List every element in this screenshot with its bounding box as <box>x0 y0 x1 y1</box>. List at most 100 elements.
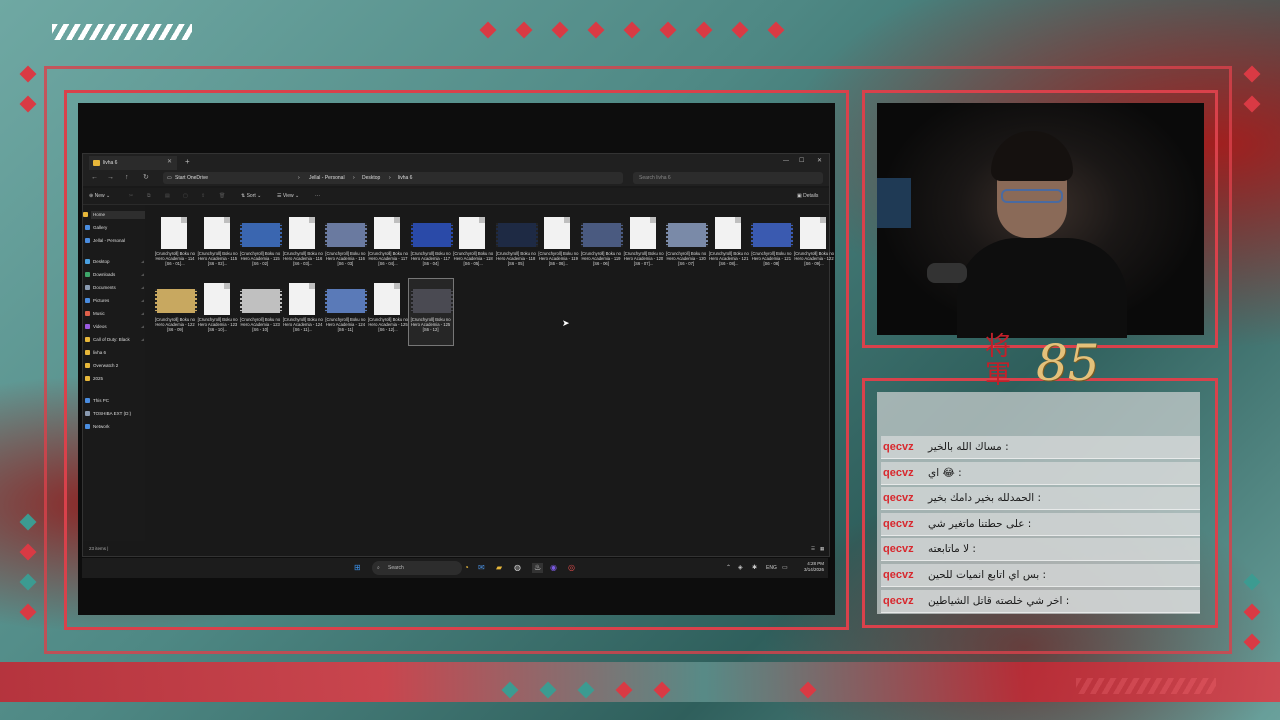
file-item[interactable]: [Crunchyroll] Boku no Hero Academia - 11… <box>409 213 453 279</box>
sidebar-item[interactable]: Desktop ⊿ <box>85 258 144 266</box>
video-thumbnail <box>240 289 283 313</box>
file-name: [Crunchyroll] Boku no Hero Academia - 12… <box>282 317 323 332</box>
file-item[interactable]: [Crunchyroll] Boku no Hero Academia - 12… <box>281 279 325 345</box>
pin-icon[interactable]: ⊿ <box>141 258 144 266</box>
pin-icon[interactable]: ⊿ <box>141 323 144 331</box>
file-item[interactable]: [Crunchyroll] Boku no Hero Academia - 11… <box>281 213 325 279</box>
file-item[interactable]: [Crunchyroll] Boku no Hero Academia - 12… <box>153 279 197 345</box>
sidebar-item[interactable]: livha 6 <box>85 349 106 357</box>
search-input[interactable]: Search livha 6 <box>633 172 823 184</box>
paste-icon[interactable]: ▤ <box>165 191 170 201</box>
taskbar-search[interactable]: ⌕ Search <box>372 561 462 575</box>
file-item[interactable]: [Crunchyroll] Boku no Hero Academia - 11… <box>536 213 580 279</box>
sidebar-item-label: Home <box>93 212 106 217</box>
file-name: [Crunchyroll] Boku no Hero Academia - 11… <box>197 251 238 266</box>
pin-icon[interactable]: ⊿ <box>141 310 144 318</box>
sidebar-item[interactable]: This PC <box>85 397 109 405</box>
network-status-icon[interactable]: ▭ <box>782 563 788 573</box>
mail-icon[interactable]: ✉ <box>478 563 485 573</box>
sidebar-item[interactable]: Jellal - Personal <box>85 237 125 245</box>
start-icon[interactable]: ⊞ <box>354 563 361 573</box>
steam-icon[interactable]: ♨ <box>532 563 544 573</box>
bluetooth-icon[interactable]: ✱ <box>752 563 757 573</box>
tray-chevron-icon[interactable]: ⌃ <box>726 563 731 573</box>
sidebar-item[interactable]: Videos ⊿ <box>85 323 144 331</box>
new-tab-button[interactable]: + <box>185 156 190 168</box>
copy-icon[interactable]: ⧉ <box>147 191 151 201</box>
file-item[interactable]: [Crunchyroll] Boku no Hero Academia - 11… <box>451 213 495 279</box>
breadcrumb-item[interactable]: Start OneDrive <box>175 172 208 184</box>
breadcrumb-item[interactable]: Desktop <box>362 172 380 184</box>
up-icon[interactable]: ↑ <box>125 173 129 183</box>
file-item[interactable]: [Crunchyroll] Boku no Hero Academia - 12… <box>366 279 410 345</box>
file-item[interactable]: [Crunchyroll] Boku no Hero Academia - 12… <box>323 279 368 345</box>
rename-icon[interactable]: ▢ <box>183 191 188 201</box>
pin-icon[interactable]: ⊿ <box>141 271 144 279</box>
maximize-button[interactable]: ☐ <box>799 156 804 166</box>
file-explorer-icon[interactable]: ▰ <box>496 563 502 573</box>
sidebar-item[interactable]: Music ⊿ <box>85 310 144 318</box>
close-tab-icon[interactable]: ✕ <box>167 156 172 168</box>
cut-icon[interactable]: ✂ <box>129 191 133 201</box>
new-button[interactable]: ⊕ New ⌄ <box>89 191 110 201</box>
sidebar-item[interactable]: Home <box>83 211 145 219</box>
file-item[interactable]: [Crunchyroll] Boku no Hero Academia - 12… <box>749 213 794 279</box>
video-thumbnail <box>240 223 283 247</box>
close-button[interactable]: ✕ <box>817 156 822 166</box>
breadcrumb-item[interactable]: Jellal - Personal <box>309 172 345 184</box>
file-item[interactable]: [Crunchyroll] Boku no Hero Academia - 12… <box>664 213 709 279</box>
sidebar-item[interactable]: TOSHIBA EXT (D:) <box>85 410 131 418</box>
delete-icon[interactable]: 🗑 <box>219 191 225 201</box>
back-icon[interactable]: ← <box>91 173 98 183</box>
forward-icon[interactable]: → <box>107 173 114 183</box>
file-name: [Crunchyroll] Boku no Hero Academia - 12… <box>410 317 451 332</box>
folder-icon <box>85 376 90 381</box>
file-item[interactable]: [Crunchyroll] Boku no Hero Academia - 12… <box>792 213 836 279</box>
share-icon[interactable]: ⇪ <box>201 191 205 201</box>
file-item[interactable]: [Crunchyroll] Boku no Hero Academia - 11… <box>196 213 240 279</box>
details-button[interactable]: ▣ Details <box>797 191 818 201</box>
sidebar-item[interactable]: Downloads ⊿ <box>85 271 144 279</box>
tab-livha-6[interactable]: livha 6 <box>89 156 177 170</box>
language-indicator[interactable]: ENG <box>766 563 777 573</box>
file-item[interactable]: [Crunchyroll] Boku no Hero Academia - 11… <box>153 213 197 279</box>
file-item[interactable]: [Crunchyroll] Boku no Hero Academia - 12… <box>707 213 751 279</box>
sidebar-item[interactable]: 2025 <box>85 375 103 383</box>
file-item[interactable]: [Crunchyroll] Boku no Hero Academia - 12… <box>196 279 240 345</box>
discord-icon[interactable]: ◉ <box>550 563 557 573</box>
pin-icon[interactable]: ⊿ <box>141 297 144 305</box>
sidebar-item[interactable]: Gallery <box>85 224 107 232</box>
file-item[interactable]: [Crunchyroll] Boku no Hero Academia - 11… <box>366 213 410 279</box>
file-item[interactable]: [Crunchyroll] Boku no Hero Academia - 12… <box>407 278 454 346</box>
pin-icon[interactable]: ⊿ <box>141 336 144 344</box>
details-view-icon[interactable]: ☰ <box>811 543 815 555</box>
sidebar-item[interactable]: Overwatch 2 <box>85 362 118 370</box>
videos-icon <box>85 324 90 329</box>
file-item[interactable]: [Crunchyroll] Boku no Hero Academia - 11… <box>494 213 538 279</box>
sidebar-item[interactable]: Documents ⊿ <box>85 284 144 292</box>
tiles-view-icon[interactable]: ▦ <box>820 543 824 555</box>
pin-icon[interactable]: ⊿ <box>141 284 144 292</box>
file-item[interactable]: [Crunchyroll] Boku no Hero Academia - 12… <box>238 279 283 345</box>
sidebar-item[interactable]: Network <box>85 423 110 431</box>
more-options-icon[interactable]: ··· <box>315 191 320 201</box>
file-item[interactable]: [Crunchyroll] Boku no Hero Academia - 11… <box>323 213 368 279</box>
file-item[interactable]: [Crunchyroll] Boku no Hero Academia - 12… <box>622 213 666 279</box>
sidebar-item[interactable]: Call of Duty: Black ⊿ <box>85 336 144 344</box>
widgets-icon[interactable]: ◔ <box>464 563 469 573</box>
tray-app-icon[interactable]: ◈ <box>738 563 743 573</box>
breadcrumb-item[interactable]: livha 6 <box>398 172 412 184</box>
breadcrumb[interactable]: ▭ Start OneDrive › Jellal - Personal › D… <box>163 172 623 184</box>
item-count: 23 items | <box>89 546 109 551</box>
sidebar-item[interactable]: Pictures ⊿ <box>85 297 144 305</box>
refresh-icon[interactable]: ↻ <box>143 173 149 183</box>
sort-button[interactable]: ⇅ Sort ⌄ <box>241 191 261 201</box>
file-item[interactable]: [Crunchyroll] Boku no Hero Academia - 11… <box>579 213 623 279</box>
file-item[interactable]: [Crunchyroll] Boku no Hero Academia - 11… <box>238 213 283 279</box>
view-button[interactable]: ☰ View ⌄ <box>277 191 299 201</box>
red-brush-band <box>0 662 1280 702</box>
obs-icon[interactable]: ◎ <box>568 563 575 573</box>
clock[interactable]: 4:28 PM 3/14/2026 <box>792 561 824 573</box>
chrome-icon[interactable]: ◍ <box>514 563 521 573</box>
minimize-button[interactable]: — <box>783 156 789 166</box>
